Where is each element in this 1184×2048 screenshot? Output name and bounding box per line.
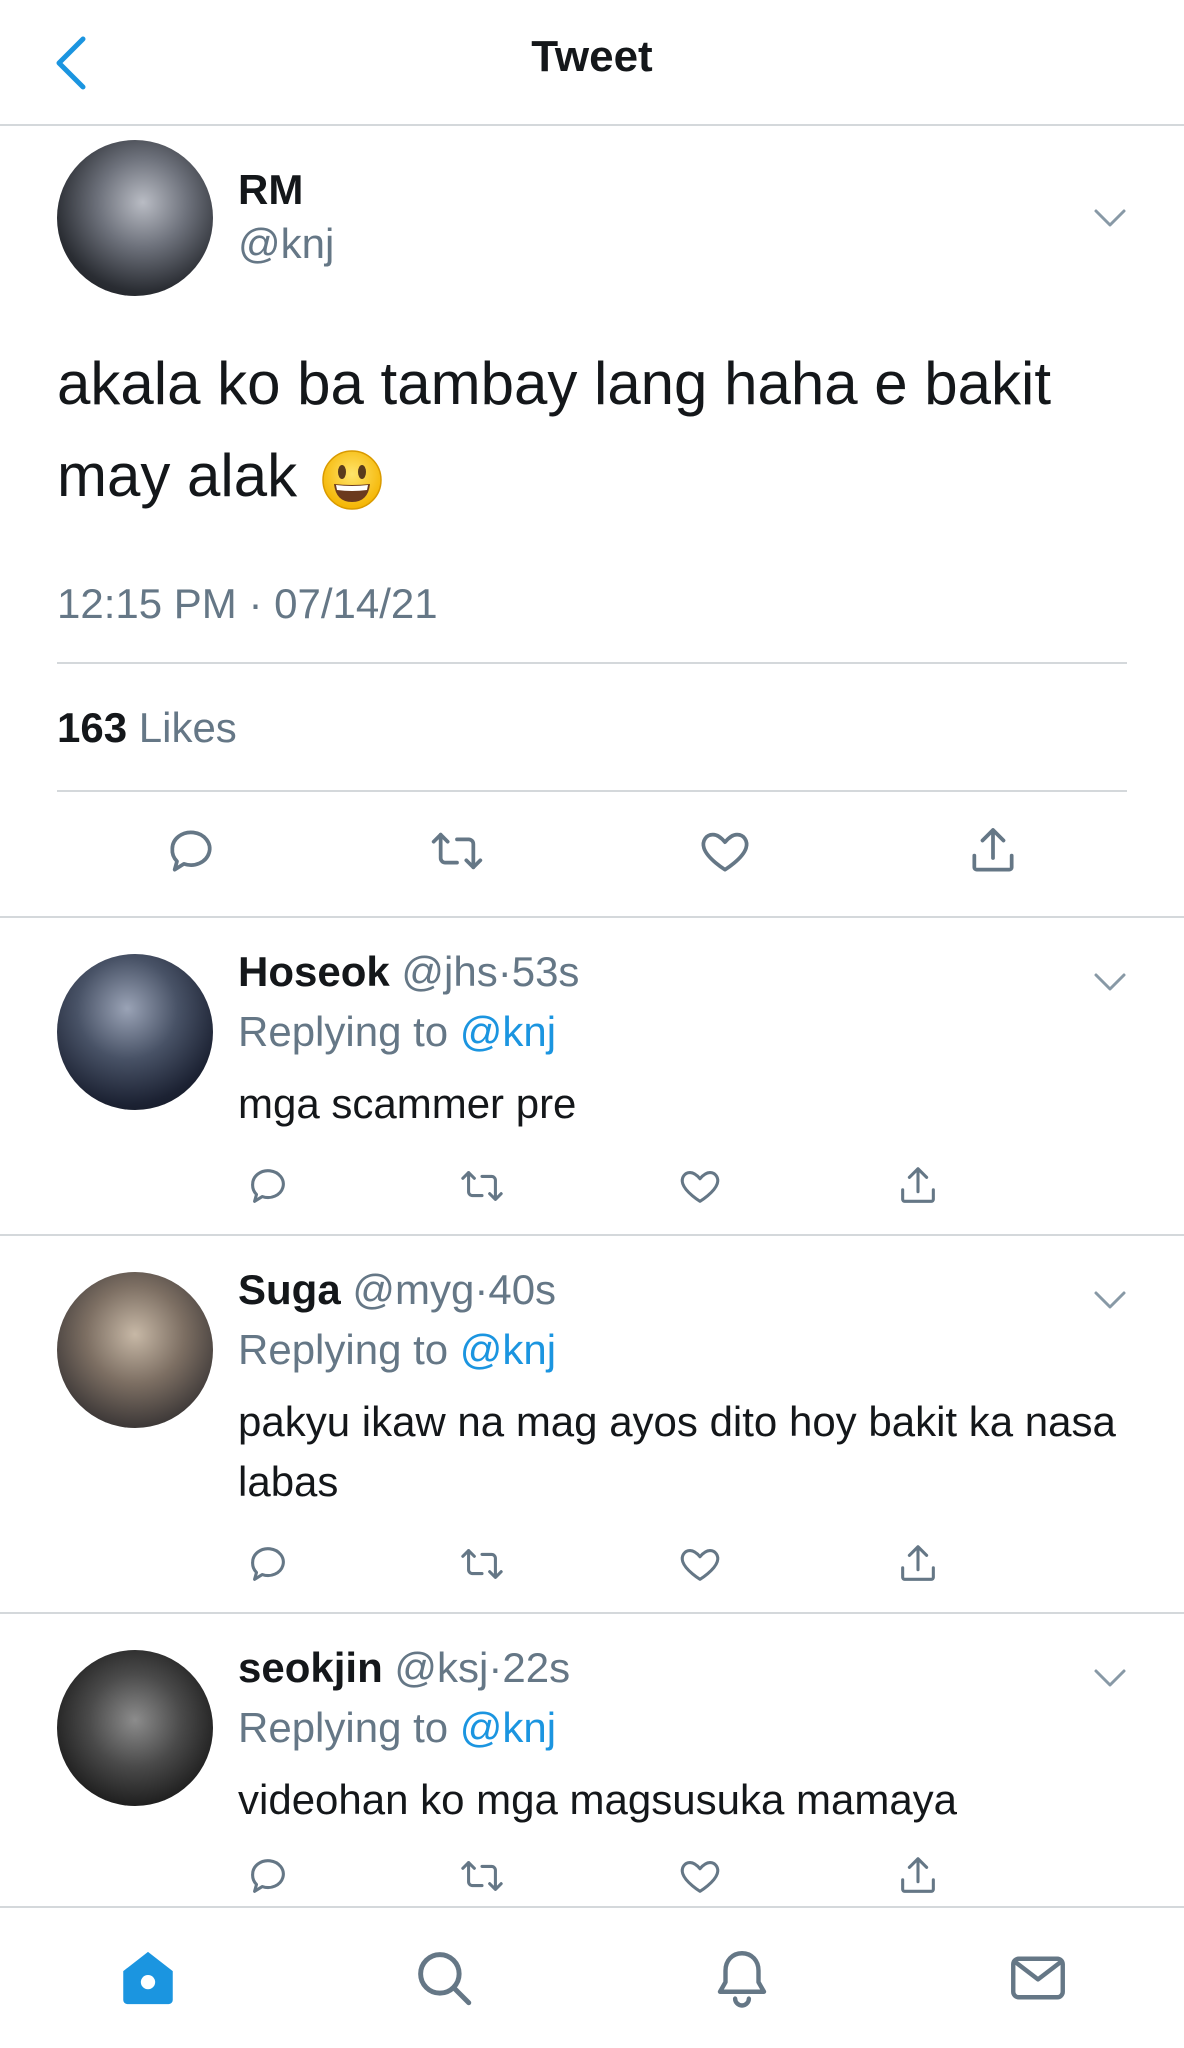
reply-author-name[interactable]: Hoseok: [238, 948, 390, 995]
notifications-icon: [717, 1951, 767, 2008]
like-icon: [701, 832, 749, 872]
tab-messages[interactable]: [998, 1938, 1078, 2018]
reply-header: seokjin @ksj·22s: [238, 1644, 570, 1692]
tweet-text: akala ko ba tambay lang haha e bakit may…: [57, 338, 1137, 522]
reply-header: Suga @myg·40s: [238, 1266, 556, 1314]
avatar[interactable]: [57, 140, 213, 296]
likes-stat[interactable]: 163 Likes: [57, 704, 237, 752]
like-icon: [680, 1861, 720, 1893]
like-icon: [680, 1171, 720, 1203]
bottom-tab-bar: [0, 1906, 1184, 2048]
like-button[interactable]: [692, 818, 758, 884]
reply-author-handle[interactable]: @ksj: [394, 1644, 488, 1691]
reply-button[interactable]: [158, 818, 224, 884]
chevron-down-icon: [1094, 973, 1126, 991]
mention-link[interactable]: @knj: [460, 1008, 556, 1055]
retweet-button[interactable]: [454, 1536, 510, 1592]
like-icon: [680, 1549, 720, 1581]
chevron-down-icon: [1094, 1291, 1126, 1309]
tweet-timestamp: 12:15 PM · 07/14/21: [57, 580, 438, 627]
reply-tweet[interactable]: Hoseok @jhs·53s Replying to @knj mga sca…: [0, 920, 1184, 1236]
replying-to: Replying to @knj: [238, 1008, 556, 1056]
replying-to: Replying to @knj: [238, 1704, 556, 1752]
reply-author-handle[interactable]: @jhs: [401, 948, 497, 995]
tab-search[interactable]: [404, 1938, 484, 2018]
reply-text: videohan ko mga magsusuka mamaya: [238, 1776, 958, 1823]
share-icon: [972, 828, 1014, 872]
home-icon: [123, 1951, 173, 2005]
separator-dot: ·: [497, 948, 512, 995]
share-button[interactable]: [890, 1848, 946, 1904]
smiley-emoji: [322, 450, 382, 510]
reply-time: 53s: [511, 948, 580, 995]
replying-to-label: Replying to: [238, 1326, 449, 1373]
retweet-icon: [461, 1549, 503, 1579]
reply-icon: [251, 1859, 285, 1893]
reply-header: Hoseok @jhs·53s: [238, 948, 579, 996]
reply-tweet[interactable]: Suga @myg·40s Replying to @knj pakyu ika…: [0, 1238, 1184, 1614]
reply-time: 22s: [502, 1644, 571, 1691]
tab-home[interactable]: [108, 1938, 188, 2018]
reply-author-name[interactable]: seokjin: [238, 1644, 383, 1691]
main-tweet: RM @knj akala ko ba tambay lang haha e b…: [0, 128, 1184, 918]
reply-text: mga scammer pre: [238, 1080, 577, 1127]
share-icon: [901, 1545, 935, 1581]
divider: [57, 790, 1127, 792]
tweet-options-button[interactable]: [1090, 1658, 1130, 1698]
search-icon: [418, 1952, 472, 2006]
reply-time: 40s: [488, 1266, 557, 1313]
tweet-options-button[interactable]: [1090, 1280, 1130, 1320]
retweet-icon: [461, 1171, 503, 1201]
share-icon: [901, 1167, 935, 1203]
share-button[interactable]: [890, 1158, 946, 1214]
reply-icon: [170, 830, 212, 872]
like-button[interactable]: [672, 1158, 728, 1214]
share-button[interactable]: [890, 1536, 946, 1592]
likes-label: Likes: [138, 704, 237, 751]
reply-tweet[interactable]: seokjin @ksj·22s Replying to @knj videoh…: [0, 1616, 1184, 1906]
chevron-down-icon: [1094, 209, 1126, 227]
reply-button[interactable]: [240, 1848, 296, 1904]
divider: [57, 662, 1127, 664]
chevron-down-icon: [1094, 1669, 1126, 1687]
reply-icon: [251, 1547, 285, 1581]
top-bar: Tweet: [0, 0, 1184, 126]
tab-notifications[interactable]: [702, 1938, 782, 2018]
author-name[interactable]: RM: [238, 166, 303, 214]
reply-icon: [251, 1169, 285, 1203]
retweet-button[interactable]: [454, 1848, 510, 1904]
separator-dot: ·: [474, 1266, 489, 1313]
reply-author-handle[interactable]: @myg: [352, 1266, 474, 1313]
share-icon: [901, 1857, 935, 1893]
replying-to-label: Replying to: [238, 1008, 449, 1055]
retweet-button[interactable]: [424, 818, 490, 884]
retweet-icon: [431, 832, 483, 870]
avatar[interactable]: [57, 1650, 213, 1806]
separator-dot: ·: [488, 1644, 503, 1691]
tweet-options-button[interactable]: [1090, 198, 1130, 238]
likes-count: 163: [57, 704, 128, 751]
reply-author-name[interactable]: Suga: [238, 1266, 341, 1313]
mention-link[interactable]: @knj: [460, 1326, 556, 1373]
page-title: Tweet: [531, 32, 653, 81]
tweet-text-body: akala ko ba tambay lang haha e bakit may…: [57, 350, 1052, 509]
reply-text: pakyu ikaw na mag ayos dito hoy bakit ka…: [238, 1398, 1116, 1505]
author-handle[interactable]: @knj: [238, 220, 334, 268]
avatar[interactable]: [57, 1272, 213, 1428]
like-button[interactable]: [672, 1848, 728, 1904]
replying-to-label: Replying to: [238, 1704, 449, 1751]
reply-button[interactable]: [240, 1536, 296, 1592]
share-button[interactable]: [960, 818, 1026, 884]
retweet-button[interactable]: [454, 1158, 510, 1214]
reply-button[interactable]: [240, 1158, 296, 1214]
replying-to: Replying to @knj: [238, 1326, 556, 1374]
tweet-options-button[interactable]: [1090, 962, 1130, 1002]
messages-icon: [1011, 1956, 1065, 2000]
retweet-icon: [461, 1861, 503, 1891]
like-button[interactable]: [672, 1536, 728, 1592]
avatar[interactable]: [57, 954, 213, 1110]
mention-link[interactable]: @knj: [460, 1704, 556, 1751]
